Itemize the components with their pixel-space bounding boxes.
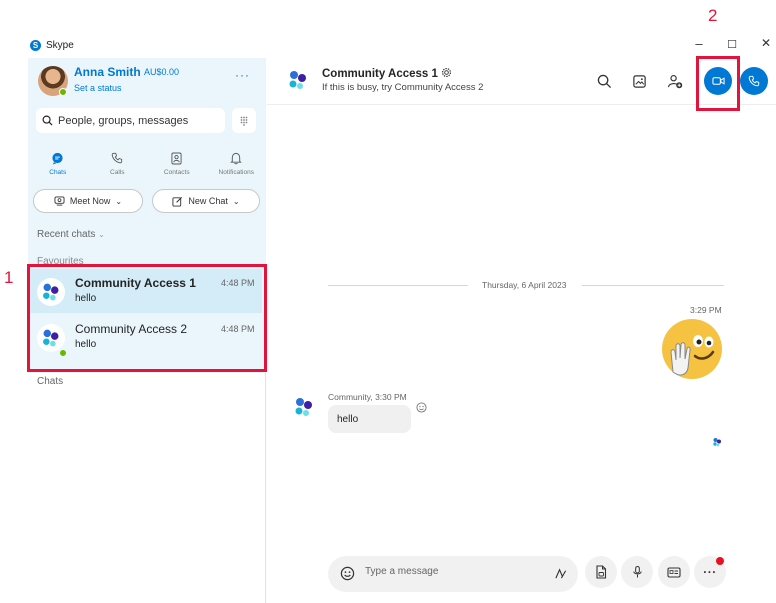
contact-card-button[interactable]: [658, 556, 690, 588]
date-separator-line: [582, 285, 724, 286]
tab-chats-label: Chats: [49, 169, 67, 176]
nav-tabs: Chats Calls Contacts Notifications: [28, 150, 266, 176]
date-separator-line: [328, 285, 468, 286]
tab-contacts-label: Contacts: [163, 169, 190, 176]
search-icon: [42, 115, 53, 126]
user-name[interactable]: Anna Smith: [74, 65, 141, 79]
incoming-message-bubble[interactable]: hello: [328, 405, 411, 433]
chats-header: Chats: [37, 376, 64, 387]
annotation-box-1: [27, 264, 267, 372]
chevron-down-icon: ⌄: [98, 230, 105, 239]
date-separator: Thursday, 6 April 2023: [482, 280, 567, 290]
online-status-icon: [59, 88, 67, 96]
contact-card-icon: [667, 566, 681, 578]
search-input[interactable]: [58, 114, 218, 127]
tab-notifications-label: Notifications: [218, 169, 254, 176]
user-credit[interactable]: AU$0.00: [144, 67, 179, 77]
new-chat-button[interactable]: New Chat ⌄: [152, 189, 260, 213]
compose-icon: [172, 196, 183, 207]
phone-icon: [748, 75, 760, 87]
profile-more-button[interactable]: ···: [235, 68, 250, 82]
dialpad-button[interactable]: [232, 108, 256, 133]
tab-contacts[interactable]: Contacts: [147, 150, 207, 176]
phone-icon: [111, 152, 123, 164]
annotation-label-2: 2: [708, 6, 718, 25]
recent-chats-dropdown[interactable]: Recent chats ⌄: [37, 229, 105, 240]
audio-call-button[interactable]: [740, 67, 768, 95]
gallery-icon: [632, 74, 646, 88]
chevron-down-icon: ⌄: [115, 196, 123, 206]
read-receipt-icon: [713, 438, 721, 447]
meet-now-button[interactable]: Meet Now ⌄: [33, 189, 143, 213]
app-title-bar: S Skype: [30, 40, 74, 51]
emoji-icon[interactable]: [340, 566, 355, 581]
message-composer[interactable]: [328, 556, 578, 592]
tab-calls[interactable]: Calls: [88, 150, 148, 176]
close-button[interactable]: ✕: [758, 36, 774, 50]
wave-emoji-icon[interactable]: [661, 318, 723, 380]
set-status-link[interactable]: Set a status: [74, 83, 122, 93]
skype-logo-icon: S: [30, 40, 41, 51]
add-person-icon: [667, 74, 683, 88]
outgoing-message-time: 3:29 PM: [690, 305, 722, 315]
contacts-icon: [171, 152, 182, 164]
chat-bubble-icon: [52, 152, 63, 165]
gallery-button[interactable]: [624, 66, 654, 96]
search-icon: [597, 74, 611, 88]
attach-file-button[interactable]: [585, 556, 617, 588]
message-input[interactable]: [365, 566, 535, 577]
incoming-message-text: hello: [337, 413, 359, 425]
search-conversation-button[interactable]: [589, 66, 619, 96]
new-chat-label: New Chat: [188, 196, 228, 206]
dialpad-icon: [240, 116, 248, 126]
annotation-box-2: [696, 56, 740, 111]
tab-chats[interactable]: Chats: [28, 150, 88, 176]
conversation-title-text: Community Access 1: [322, 68, 438, 80]
annotation-label-1: 1: [4, 268, 14, 287]
text-format-icon[interactable]: [554, 567, 567, 580]
microphone-icon: [632, 565, 642, 578]
app-title: Skype: [46, 40, 74, 51]
meet-now-icon: [54, 196, 65, 206]
tab-notifications[interactable]: Notifications: [207, 150, 267, 176]
minimize-button[interactable]: –: [691, 36, 707, 51]
search-box[interactable]: [36, 108, 225, 133]
file-icon: [596, 565, 607, 579]
conversation-title[interactable]: Community Access 1: [322, 67, 452, 80]
add-reaction-icon[interactable]: [416, 402, 427, 413]
chevron-down-icon: ⌄: [232, 196, 240, 206]
maximize-button[interactable]: ☐: [724, 38, 740, 51]
add-participant-button[interactable]: [660, 66, 690, 96]
more-options-label: ···: [703, 565, 717, 579]
incoming-message-meta: Community, 3:30 PM: [328, 392, 407, 402]
tab-calls-label: Calls: [110, 169, 125, 176]
conversation-subtitle: If this is busy, try Community Access 2: [322, 82, 484, 93]
gear-icon[interactable]: [441, 67, 452, 78]
sender-avatar-icon[interactable]: [289, 392, 319, 422]
conversation-avatar-icon[interactable]: [283, 65, 313, 95]
bell-icon: [230, 152, 243, 164]
recent-chats-label: Recent chats: [37, 229, 96, 240]
meet-now-label: Meet Now: [69, 196, 111, 206]
voice-message-button[interactable]: [621, 556, 653, 588]
notification-dot: [716, 557, 724, 565]
